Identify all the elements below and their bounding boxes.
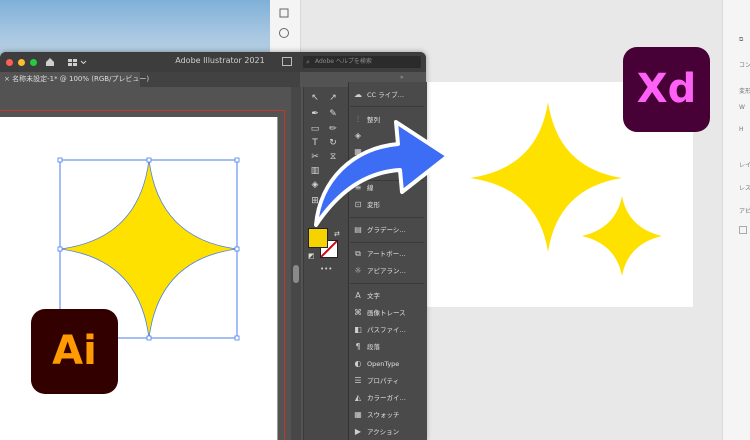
window-title: Adobe Illustrator 2021	[175, 56, 265, 65]
xd-panel-label-component: コン	[739, 62, 750, 69]
document-tab[interactable]: × 名称未設定-1* @ 100% (RGB/プレビュー)	[0, 72, 149, 87]
xd-panel-label-appearance: アピ	[739, 208, 750, 215]
pathfinder-icon: ◧	[354, 325, 362, 334]
transfer-arrow-icon	[314, 120, 450, 227]
xd-logo-text: Xd	[636, 66, 697, 112]
xd-checkbox[interactable]	[739, 226, 747, 234]
image-trace-icon: ⌘	[354, 308, 362, 317]
panel-divider	[350, 242, 424, 243]
panel-character[interactable]: A 文字	[352, 288, 424, 304]
panel-toggle-icon[interactable]	[282, 57, 292, 66]
home-icon[interactable]	[46, 58, 54, 66]
minimize-window-button[interactable]	[18, 59, 25, 66]
panel-color-guide[interactable]: ◭ カラーガイ…	[352, 390, 424, 406]
xd-panel-label-transform: 変形	[739, 88, 750, 95]
panel-paragraph[interactable]: ¶ 段落	[352, 339, 424, 355]
panel-pathfinder[interactable]: ◧ パスファイ…	[352, 322, 424, 338]
default-colors-icon[interactable]: ◩	[308, 252, 315, 260]
xd-panel-label-w: W	[739, 104, 745, 111]
properties-icon: ☰	[354, 376, 362, 385]
character-icon: A	[355, 291, 361, 300]
titlebar-icons	[46, 58, 87, 66]
swatches-icon: ▦	[354, 410, 362, 419]
panel-image-trace[interactable]: ⌘ 画像トレース	[352, 305, 424, 321]
xd-panel-label-responsive: レス	[739, 185, 750, 192]
close-window-button[interactable]	[6, 59, 13, 66]
illustrator-logo-text: Ai	[52, 328, 97, 374]
panel-properties[interactable]: ☰ プロパティ	[352, 373, 424, 389]
ellipse-tool-icon[interactable]	[279, 28, 289, 38]
appearance-icon: ☼	[354, 266, 362, 275]
xd-tool-icons	[279, 8, 289, 54]
search-icon: ⌕	[306, 58, 310, 66]
xd-panel-icon[interactable]: ⧉	[739, 36, 743, 44]
xd-property-panel: ⧉ コン 変形 W H レイ レス アピ	[722, 0, 750, 440]
artboards-icon: ⧉	[355, 249, 361, 258]
panel-actions[interactable]: ▶ アクション	[352, 424, 424, 440]
arrange-documents-icon[interactable]	[68, 59, 72, 62]
panel-opentype[interactable]: ◐ OpenType	[352, 356, 424, 372]
edit-toolbar-icon[interactable]: •••	[320, 265, 332, 273]
panel-swatches[interactable]: ▦ スウォッチ	[352, 407, 424, 423]
panel-divider	[350, 283, 424, 284]
fill-color-swatch[interactable]	[308, 228, 328, 248]
xd-toolbar	[270, 0, 301, 60]
panel-appearance[interactable]: ☼ アピアラン…	[352, 263, 424, 279]
xd-small-sparkle[interactable]	[582, 196, 662, 276]
panel-artboards[interactable]: ⧉ アートボー…	[352, 246, 424, 262]
collapse-panels-icon[interactable]: »	[400, 74, 404, 81]
scrollbar-thumb[interactable]	[293, 265, 299, 283]
actions-icon: ▶	[354, 427, 362, 436]
color-guide-icon: ◭	[354, 393, 362, 402]
help-search-placeholder: Adobe ヘルプを検索	[315, 58, 372, 65]
chevron-down-icon[interactable]	[80, 60, 87, 65]
opentype-icon: ◐	[354, 359, 362, 368]
desktop-background	[0, 0, 275, 60]
rectangle-tool-icon[interactable]	[279, 8, 289, 18]
zoom-window-button[interactable]	[30, 59, 37, 66]
xd-panel-label-h: H	[739, 126, 744, 133]
help-search-input[interactable]: Adobe ヘルプを検索	[303, 56, 421, 68]
xd-panel-label-layout: レイ	[739, 162, 750, 169]
paragraph-icon: ¶	[355, 342, 361, 351]
